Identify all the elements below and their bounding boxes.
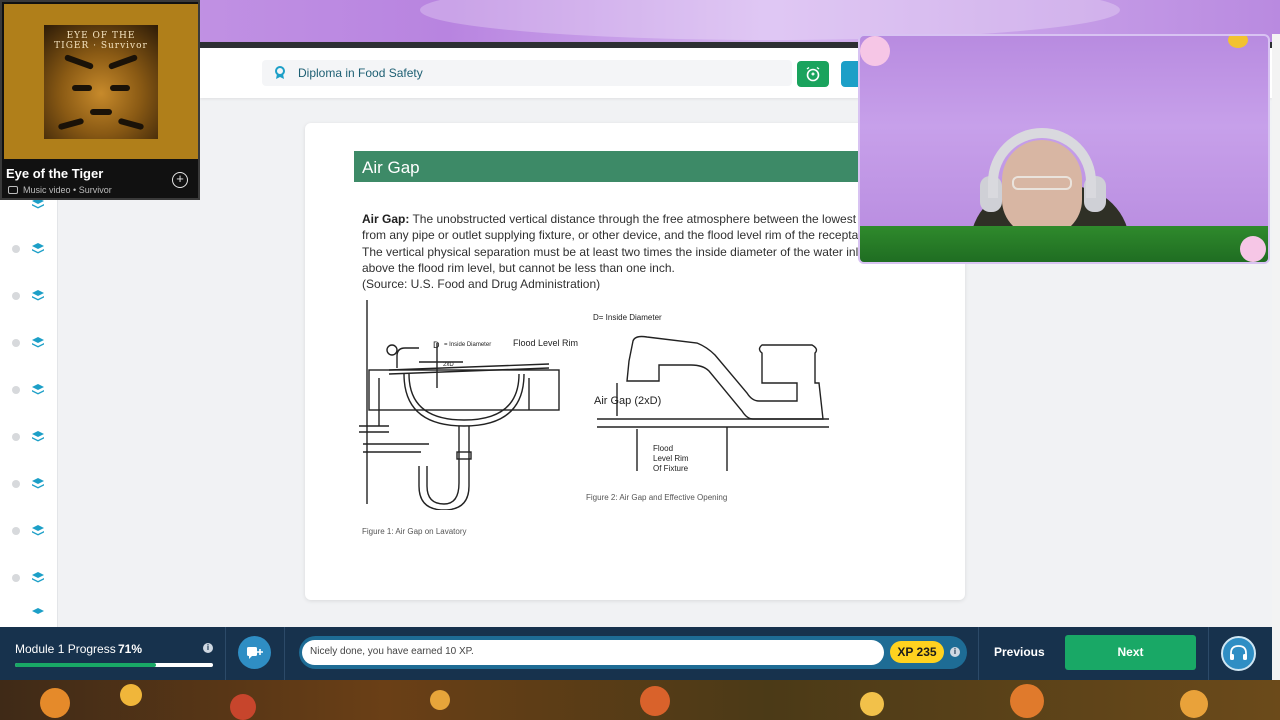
xp-badge: XP 235 xyxy=(890,641,944,663)
divider xyxy=(284,627,285,680)
sidebar-lesson-item[interactable] xyxy=(0,511,58,551)
module-progress-percent: 71% xyxy=(118,642,143,656)
song-title: Eye of the Tiger xyxy=(6,166,104,181)
bottom-navigation-bar: Module 1 Progress 71% i Nicely done, you… xyxy=(0,627,1272,680)
layers-icon xyxy=(32,290,44,301)
artist-name: Survivor xyxy=(78,185,112,195)
label-level-rim: Level Rim xyxy=(653,454,689,463)
lavatory-diagram xyxy=(359,300,560,511)
module-progress-bar xyxy=(15,663,213,667)
layers-icon xyxy=(32,431,44,442)
album-art: EYE OF THE TIGER · Survivor xyxy=(4,4,198,159)
figure-air-gap-lavatory: D = Inside Diameter Flood Level Rim 2xD xyxy=(359,298,579,511)
xp-info-icon[interactable]: i xyxy=(950,647,960,657)
bee-decoration xyxy=(1228,36,1248,48)
sidebar-lesson-item[interactable] xyxy=(0,370,58,410)
support-headset-button[interactable] xyxy=(1221,636,1256,671)
glasses xyxy=(1012,176,1072,190)
module-progress-fill xyxy=(15,663,156,667)
figure-air-gap-effective-opening: D= Inside Diameter Air Gap (2xD) Flood L… xyxy=(587,311,837,501)
webcam-overlay xyxy=(858,34,1270,264)
label-of-fixture: Of Fixture xyxy=(653,464,689,473)
layers-icon xyxy=(32,608,44,614)
label-flood-level-rim: Flood Level Rim xyxy=(513,338,579,348)
music-player-card[interactable]: EYE OF THE TIGER · Survivor Eye of the T… xyxy=(0,0,200,200)
separator-dot: • xyxy=(70,185,79,195)
add-note-button[interactable] xyxy=(238,636,271,669)
award-ribbon-icon xyxy=(274,66,286,80)
definition-line-4: above the flood rim level, but cannot be… xyxy=(362,260,675,275)
label-d-inside-diameter: D= Inside Diameter xyxy=(593,313,662,322)
section-title: Air Gap xyxy=(354,151,914,182)
module-progress-label: Module 1 Progress xyxy=(15,642,116,656)
tiger-album-cover: EYE OF THE TIGER · Survivor xyxy=(44,24,158,139)
next-button[interactable]: Next xyxy=(1065,635,1196,670)
layers-icon xyxy=(32,337,44,348)
divider xyxy=(1208,627,1209,680)
air-gap-definition: Air Gap: The unobstructed vertical dista… xyxy=(362,211,882,292)
layers-icon xyxy=(32,243,44,254)
bottom-decorative-banner xyxy=(0,680,1280,720)
sidebar-lesson-item[interactable] xyxy=(0,229,58,269)
source-citation: (Source: U.S. Food and Drug Administrati… xyxy=(362,277,601,292)
label-d: D xyxy=(433,340,440,350)
label-inside-diameter: = Inside Diameter xyxy=(444,342,492,348)
layers-icon xyxy=(32,572,44,583)
previous-button[interactable]: Previous xyxy=(994,645,1045,659)
layers-icon xyxy=(32,525,44,536)
sidebar-lesson-item[interactable] xyxy=(0,601,58,627)
definition-line-3: The vertical physical separation must be… xyxy=(362,244,865,259)
alarm-clock-icon xyxy=(806,66,820,82)
xp-message-bar: Nicely done, you have earned 10 XP. XP 2… xyxy=(299,636,967,669)
music-video-icon xyxy=(8,186,18,194)
xp-message: Nicely done, you have earned 10 XP. xyxy=(302,640,884,665)
label-2xd: 2xD xyxy=(443,362,454,368)
definition-term: Air Gap: xyxy=(362,212,410,226)
add-to-playlist-icon[interactable]: + xyxy=(172,172,188,188)
album-art-text: EYE OF THE TIGER · Survivor xyxy=(54,30,148,51)
grass-frame-decoration xyxy=(860,226,1268,262)
divider xyxy=(225,627,226,680)
definition-line-2: from any pipe or outlet supplying fixtur… xyxy=(362,228,874,243)
layers-icon xyxy=(32,478,44,489)
progress-info-icon[interactable]: i xyxy=(203,643,213,653)
media-type: Music video xyxy=(23,185,71,195)
layers-icon xyxy=(32,384,44,395)
figure2-caption: Figure 2: Air Gap and Effective Opening xyxy=(586,493,728,502)
add-note-icon xyxy=(246,646,263,659)
flower-decoration xyxy=(1240,236,1266,262)
lesson-sidebar xyxy=(0,198,58,628)
scrollbar-track[interactable] xyxy=(1272,34,1280,680)
headset-icon xyxy=(1230,645,1247,660)
figure1-caption: Figure 1: Air Gap on Lavatory xyxy=(362,527,467,536)
definition-line-1: The unobstructed vertical distance throu… xyxy=(409,212,873,226)
sidebar-lesson-item[interactable] xyxy=(0,323,58,363)
sidebar-lesson-item[interactable] xyxy=(0,558,58,598)
flower-decoration xyxy=(860,36,890,66)
song-subtitle: Music video • Survivor xyxy=(8,185,112,195)
course-title-bar[interactable]: Diploma in Food Safety xyxy=(262,60,792,86)
label-air-gap-2xd: Air Gap (2xD) xyxy=(594,395,662,407)
label-flood: Flood xyxy=(653,444,674,453)
divider xyxy=(978,627,979,680)
alarm-clock-button[interactable] xyxy=(797,61,829,87)
sidebar-lesson-item[interactable] xyxy=(0,276,58,316)
sidebar-lesson-item[interactable] xyxy=(0,464,58,504)
course-title: Diploma in Food Safety xyxy=(298,66,423,80)
sidebar-lesson-item[interactable] xyxy=(0,417,58,457)
